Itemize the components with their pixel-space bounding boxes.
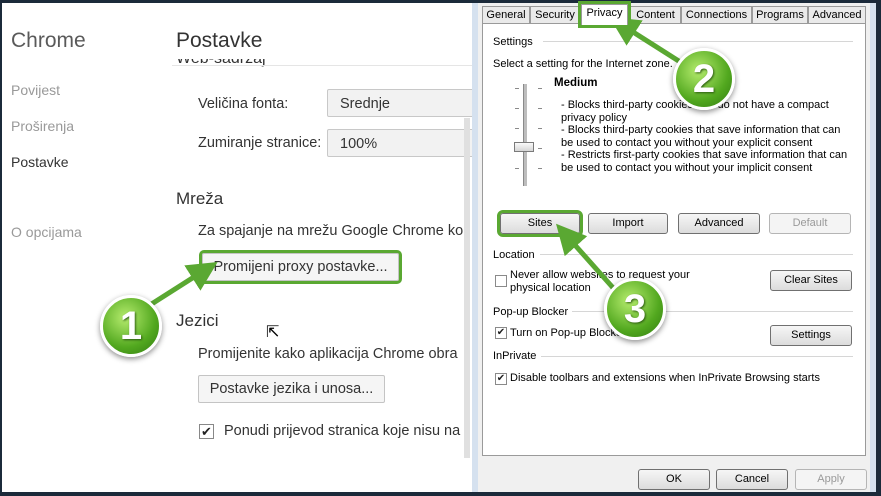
default-button[interactable]: Default bbox=[769, 213, 851, 234]
slider-tick bbox=[515, 128, 519, 129]
nav-extensions[interactable]: Proširenja bbox=[11, 118, 74, 134]
tab-connections[interactable]: Connections bbox=[681, 6, 752, 24]
nav-settings[interactable]: Postavke bbox=[11, 154, 69, 170]
clear-sites-button[interactable]: Clear Sites bbox=[770, 270, 852, 291]
slider-tick bbox=[515, 108, 519, 109]
zoom-label: Zumiranje stranice: bbox=[198, 135, 322, 151]
font-size-select[interactable]: Srednje bbox=[327, 89, 472, 117]
mouse-cursor-icon: ⇱ bbox=[266, 324, 280, 341]
location-group-label: Location bbox=[493, 249, 539, 261]
frame-right-border bbox=[876, 0, 881, 496]
advanced-button[interactable]: Advanced bbox=[678, 213, 760, 234]
nav-about[interactable]: O opcijama bbox=[11, 224, 82, 240]
zoom-select[interactable]: 100% bbox=[327, 129, 472, 157]
apply-button[interactable]: Apply bbox=[795, 469, 867, 490]
change-proxy-settings-button[interactable]: Promijeni proxy postavke... bbox=[199, 250, 402, 284]
section-heading-network: Mreža bbox=[176, 189, 224, 208]
inprivate-group-line bbox=[541, 356, 853, 357]
popup-check-label: Turn on Pop-up Blocker bbox=[510, 327, 626, 339]
slider-tick bbox=[538, 88, 542, 89]
step-2-badge: 2 bbox=[673, 48, 735, 110]
slider-tick bbox=[515, 88, 519, 89]
language-settings-button[interactable]: Postavke jezika i unosa... bbox=[198, 375, 385, 403]
tab-programs[interactable]: Programs bbox=[752, 6, 808, 24]
popup-group-label: Pop-up Blocker bbox=[493, 306, 573, 318]
privacy-level: Medium bbox=[554, 77, 598, 89]
step-3-badge: 3 bbox=[604, 278, 666, 340]
privacy-description: - Blocks third-party cookies that do not… bbox=[561, 99, 851, 174]
font-size-label: Veličina fonta: bbox=[198, 96, 289, 112]
frame-top-border bbox=[0, 0, 881, 3]
nav-history[interactable]: Povijest bbox=[11, 82, 60, 98]
frame-bottom-border bbox=[0, 492, 881, 496]
step-1-badge: 1 bbox=[100, 295, 162, 357]
header-divider bbox=[172, 65, 472, 66]
network-description: Za spajanje na mrežu Google Chrome ko bbox=[198, 223, 464, 239]
tab-security[interactable]: Security bbox=[530, 6, 580, 24]
languages-description: Promijenite kako aplikacija Chrome obra bbox=[198, 346, 458, 362]
slider-tick bbox=[538, 128, 542, 129]
cancel-button[interactable]: Cancel bbox=[716, 469, 788, 490]
privacy-slider-track[interactable] bbox=[523, 84, 527, 186]
tab-privacy[interactable]: Privacy bbox=[578, 1, 631, 28]
privacy-slider-thumb[interactable] bbox=[514, 142, 534, 152]
settings-group-line bbox=[543, 41, 853, 42]
tab-general[interactable]: General bbox=[482, 6, 530, 24]
tab-content[interactable]: Content bbox=[630, 6, 681, 24]
inprivate-check-label: Disable toolbars and extensions when InP… bbox=[510, 372, 820, 384]
popup-settings-button[interactable]: Settings bbox=[770, 325, 852, 346]
location-checkbox[interactable] bbox=[495, 275, 507, 287]
zone-text: Select a setting for the Internet zone. bbox=[493, 58, 673, 70]
import-button[interactable]: Import bbox=[588, 213, 668, 234]
section-heading-languages: Jezici bbox=[176, 311, 219, 330]
page-title: Postavke bbox=[176, 29, 263, 52]
slider-tick bbox=[538, 148, 542, 149]
slider-tick bbox=[538, 108, 542, 109]
translate-label: Ponudi prijevod stranica koje nisu na bbox=[224, 423, 461, 439]
chrome-settings-page: Chrome Povijest Proširenja Postavke O op… bbox=[2, 3, 472, 492]
popup-checkbox[interactable]: ✔ bbox=[495, 327, 507, 339]
desc-line-2: - Blocks third-party cookies that save i… bbox=[561, 124, 841, 149]
slider-tick bbox=[515, 168, 519, 169]
ok-button[interactable]: OK bbox=[638, 469, 710, 490]
translate-checkbox[interactable]: ✔ bbox=[199, 424, 214, 439]
page-scrollbar[interactable] bbox=[464, 118, 470, 458]
location-group-line bbox=[540, 254, 853, 255]
inprivate-group-label: InPrivate bbox=[493, 350, 541, 362]
inprivate-checkbox[interactable]: ✔ bbox=[495, 373, 507, 385]
slider-tick bbox=[538, 168, 542, 169]
frame-left-border bbox=[0, 0, 2, 496]
desc-line-3: - Restricts first-party cookies that sav… bbox=[561, 149, 848, 174]
sites-button[interactable]: Sites bbox=[497, 210, 583, 237]
tab-advanced[interactable]: Advanced bbox=[808, 6, 866, 24]
chrome-brand: Chrome bbox=[11, 29, 86, 52]
settings-group-label: Settings bbox=[493, 36, 537, 48]
